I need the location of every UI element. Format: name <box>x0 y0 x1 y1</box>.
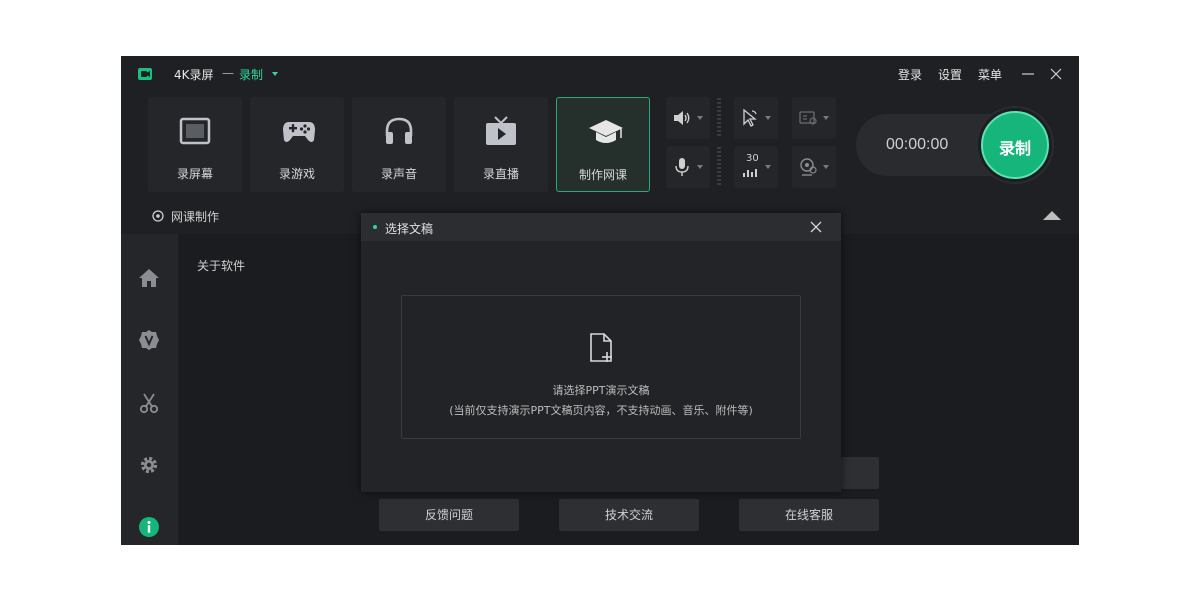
webcam-caret-icon[interactable] <box>823 165 829 169</box>
gear-icon[interactable] <box>138 454 160 476</box>
tool-make-course[interactable]: 制作网课 <box>556 97 650 192</box>
vip-badge-icon[interactable] <box>138 329 160 351</box>
settings-link[interactable]: 设置 <box>938 66 962 83</box>
screen-source-control[interactable] <box>792 97 836 139</box>
app-window: 4K录屏 一 录制 登录 设置 菜单 录屏幕 录游戏 录声音 录直播 制作网课 … <box>121 56 1079 545</box>
microphone-caret-icon[interactable] <box>697 165 703 169</box>
tool-label: 录直播 <box>482 167 519 181</box>
menu-link[interactable]: 菜单 <box>978 66 1002 83</box>
speaker-icon <box>674 111 690 125</box>
tech-exchange-button[interactable]: 技术交流 <box>559 499 699 531</box>
headphones-icon <box>385 117 413 144</box>
select-document-dialog: 选择文稿 请选择PPT演示文稿 (当前仅支持演示PPT文稿页内容，不支持动画、音… <box>361 213 841 492</box>
mode-caret-icon[interactable] <box>272 72 278 76</box>
tool-record-audio[interactable]: 录声音 <box>352 97 446 192</box>
screen-source-icon <box>799 111 817 125</box>
record-button-label: 录制 <box>998 139 1031 158</box>
about-title: 关于软件 <box>197 259 246 273</box>
fps-caret-icon[interactable] <box>765 165 771 169</box>
fps-value: 30 <box>746 153 759 164</box>
title-bar: 4K录屏 一 录制 登录 设置 菜单 <box>121 56 1079 92</box>
tv-icon <box>486 116 516 145</box>
minimize-icon[interactable] <box>1019 65 1037 83</box>
title-separator: 一 <box>222 67 235 81</box>
scissors-icon[interactable] <box>138 392 160 414</box>
fps-control[interactable]: 30 <box>734 146 778 188</box>
side-nav <box>121 234 178 545</box>
home-icon[interactable] <box>138 267 160 289</box>
dialog-title: 选择文稿 <box>385 222 434 236</box>
tool-record-live[interactable]: 录直播 <box>454 97 548 192</box>
drop-zone-prompt: 请选择PPT演示文稿 <box>552 384 650 397</box>
microphone-level-meter <box>717 147 721 187</box>
tool-record-screen[interactable]: 录屏幕 <box>148 97 242 192</box>
fps-bars-icon <box>743 169 757 177</box>
dialog-title-dot <box>373 225 377 229</box>
app-name: 4K录屏 <box>174 68 214 82</box>
hidden-button-edge[interactable] <box>841 457 879 489</box>
microphone-icon <box>675 158 689 176</box>
collapse-icon[interactable] <box>1043 211 1061 220</box>
section-title: 网课制作 <box>171 210 220 224</box>
record-button[interactable]: 录制 <box>976 106 1054 184</box>
app-logo-icon <box>138 68 152 80</box>
cursor-caret-icon[interactable] <box>765 116 771 120</box>
dialog-header: 选择文稿 <box>361 213 841 241</box>
graduation-cap-icon <box>589 120 623 143</box>
drop-zone-note: (当前仅支持演示PPT文稿页内容，不支持动画、音乐、附件等) <box>449 404 753 417</box>
online-support-button[interactable]: 在线客服 <box>739 499 879 531</box>
record-button-face[interactable]: 录制 <box>981 111 1049 179</box>
feedback-button[interactable]: 反馈问题 <box>379 499 519 531</box>
mode-selector[interactable]: 录制 <box>239 66 263 83</box>
cursor-control[interactable] <box>734 97 778 139</box>
target-icon <box>152 210 164 222</box>
tool-label: 录游戏 <box>278 167 315 181</box>
dialog-close-icon[interactable] <box>809 220 823 234</box>
tool-label: 制作网课 <box>578 168 627 182</box>
speaker-control[interactable] <box>666 97 710 139</box>
tool-record-game[interactable]: 录游戏 <box>250 97 344 192</box>
screen-icon <box>179 117 211 145</box>
gamepad-icon <box>283 122 315 142</box>
close-icon[interactable] <box>1047 65 1065 83</box>
recording-timer: 00:00:00 <box>886 136 949 153</box>
login-link[interactable]: 登录 <box>898 66 922 83</box>
screen-source-caret-icon[interactable] <box>823 116 829 120</box>
tool-label: 录屏幕 <box>176 167 213 181</box>
speaker-level-meter <box>717 98 721 138</box>
speaker-caret-icon[interactable] <box>697 116 703 120</box>
webcam-icon <box>800 158 817 176</box>
file-drop-zone[interactable]: 请选择PPT演示文稿 (当前仅支持演示PPT文稿页内容，不支持动画、音乐、附件等… <box>401 295 801 439</box>
info-icon[interactable] <box>138 516 160 538</box>
add-file-icon <box>590 333 612 362</box>
cursor-icon <box>743 108 757 127</box>
microphone-control[interactable] <box>666 146 710 188</box>
webcam-control[interactable] <box>792 146 836 188</box>
tool-label: 录声音 <box>380 167 417 181</box>
